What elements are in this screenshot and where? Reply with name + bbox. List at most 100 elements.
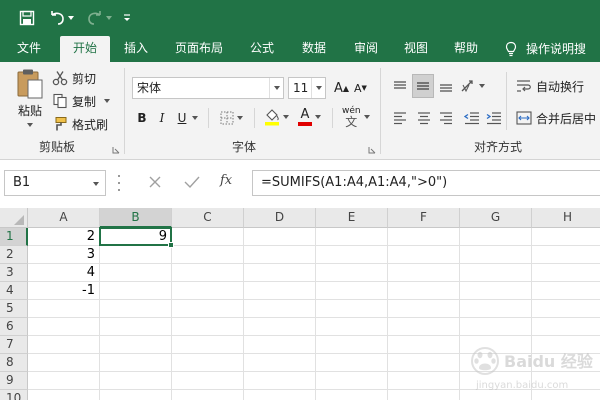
tab-file[interactable]: 文件 (8, 36, 50, 62)
cell-c9[interactable] (172, 372, 244, 390)
cell-c2[interactable] (172, 246, 244, 264)
drag-handle[interactable] (118, 175, 122, 191)
cell-b8[interactable] (100, 354, 172, 372)
cell-b7[interactable] (100, 336, 172, 354)
cell-c7[interactable] (172, 336, 244, 354)
tab-home[interactable]: 开始 (60, 36, 110, 62)
cell-a7[interactable] (28, 336, 100, 354)
cell-b1[interactable]: 9 (100, 228, 172, 246)
font-color-button[interactable]: A (298, 106, 321, 128)
cell-b2[interactable] (100, 246, 172, 264)
row-header-3[interactable]: 3 (0, 264, 28, 282)
cell-c1[interactable] (172, 228, 244, 246)
cell-g5[interactable] (460, 300, 532, 318)
row-header-8[interactable]: 8 (0, 354, 28, 372)
borders-button[interactable] (220, 108, 243, 128)
cell-g2[interactable] (460, 246, 532, 264)
bold-button[interactable]: B (134, 108, 150, 128)
format-painter-button[interactable]: 格式刷 (52, 115, 108, 133)
shrink-font-button[interactable]: A ▼ (354, 78, 367, 98)
row-header-1[interactable]: 1 (0, 228, 28, 246)
fill-handle[interactable] (168, 242, 174, 248)
align-bottom-button[interactable] (436, 76, 456, 96)
column-header-g[interactable]: G (460, 208, 532, 228)
cell-e1[interactable] (316, 228, 388, 246)
align-right-button[interactable] (436, 108, 456, 128)
cell-g1[interactable] (460, 228, 532, 246)
cell-b10[interactable] (100, 390, 172, 400)
cell-f6[interactable] (388, 318, 460, 336)
cell-g4[interactable] (460, 282, 532, 300)
cancel-button[interactable] (148, 175, 162, 192)
cell-a4[interactable]: -1 (28, 282, 100, 300)
column-header-c[interactable]: C (172, 208, 244, 228)
cell-h3[interactable] (532, 264, 600, 282)
cell-e5[interactable] (316, 300, 388, 318)
save-button[interactable] (16, 8, 38, 28)
customize-qat-button[interactable] (120, 8, 134, 28)
cell-a1[interactable]: 2 (28, 228, 100, 246)
cell-e4[interactable] (316, 282, 388, 300)
cell-b3[interactable] (100, 264, 172, 282)
cut-button[interactable]: 剪切 (52, 69, 96, 87)
font-launcher[interactable] (368, 143, 376, 154)
column-header-f[interactable]: F (388, 208, 460, 228)
tab-insert[interactable]: 插入 (116, 36, 156, 62)
row-header-9[interactable]: 9 (0, 372, 28, 390)
cell-e3[interactable] (316, 264, 388, 282)
name-box[interactable]: B1 (4, 170, 106, 196)
cell-f3[interactable] (388, 264, 460, 282)
orientation-button[interactable] (460, 76, 485, 96)
cell-h5[interactable] (532, 300, 600, 318)
cell-h6[interactable] (532, 318, 600, 336)
cell-e8[interactable] (316, 354, 388, 372)
row-header-5[interactable]: 5 (0, 300, 28, 318)
cell-e6[interactable] (316, 318, 388, 336)
grow-font-button[interactable]: A ▲ (334, 78, 349, 98)
cell-c3[interactable] (172, 264, 244, 282)
cell-b4[interactable] (100, 282, 172, 300)
enter-button[interactable] (184, 175, 200, 192)
cell-g3[interactable] (460, 264, 532, 282)
cell-c6[interactable] (172, 318, 244, 336)
undo-dropdown[interactable] (66, 8, 76, 28)
decrease-indent-button[interactable] (462, 108, 482, 128)
cell-b5[interactable] (100, 300, 172, 318)
column-header-a[interactable]: A (28, 208, 100, 228)
tab-help[interactable]: 帮助 (446, 36, 486, 62)
increase-indent-button[interactable] (484, 108, 504, 128)
merge-center-button[interactable]: 合并后居中 (516, 108, 596, 128)
cell-h4[interactable] (532, 282, 600, 300)
cell-a3[interactable]: 4 (28, 264, 100, 282)
cell-d9[interactable] (244, 372, 316, 390)
cell-e2[interactable] (316, 246, 388, 264)
cell-c5[interactable] (172, 300, 244, 318)
tell-me-search[interactable]: 操作说明搜 (504, 36, 600, 62)
align-center-button[interactable] (414, 108, 434, 128)
font-name-dropdown[interactable] (269, 78, 283, 98)
cell-f5[interactable] (388, 300, 460, 318)
cell-a6[interactable] (28, 318, 100, 336)
name-box-dropdown[interactable] (93, 171, 99, 195)
tab-review[interactable]: 审阅 (346, 36, 386, 62)
align-top-button[interactable] (390, 76, 410, 96)
row-header-10[interactable]: 10 (0, 390, 28, 400)
align-middle-button[interactable] (412, 74, 434, 98)
cell-d5[interactable] (244, 300, 316, 318)
cell-d3[interactable] (244, 264, 316, 282)
row-header-2[interactable]: 2 (0, 246, 28, 264)
cell-d8[interactable] (244, 354, 316, 372)
font-size-combo[interactable]: 11 (288, 77, 326, 99)
cell-f4[interactable] (388, 282, 460, 300)
cell-f8[interactable] (388, 354, 460, 372)
cell-d7[interactable] (244, 336, 316, 354)
cell-h1[interactable] (532, 228, 600, 246)
formula-input[interactable]: =SUMIFS(A1:A4,A1:A4,">0") (252, 170, 600, 196)
cell-d2[interactable] (244, 246, 316, 264)
redo-button[interactable] (84, 8, 106, 28)
cell-g6[interactable] (460, 318, 532, 336)
tab-page-layout[interactable]: 页面布局 (168, 36, 230, 62)
fill-color-button[interactable] (264, 106, 289, 128)
cell-a10[interactable] (28, 390, 100, 400)
cell-f2[interactable] (388, 246, 460, 264)
